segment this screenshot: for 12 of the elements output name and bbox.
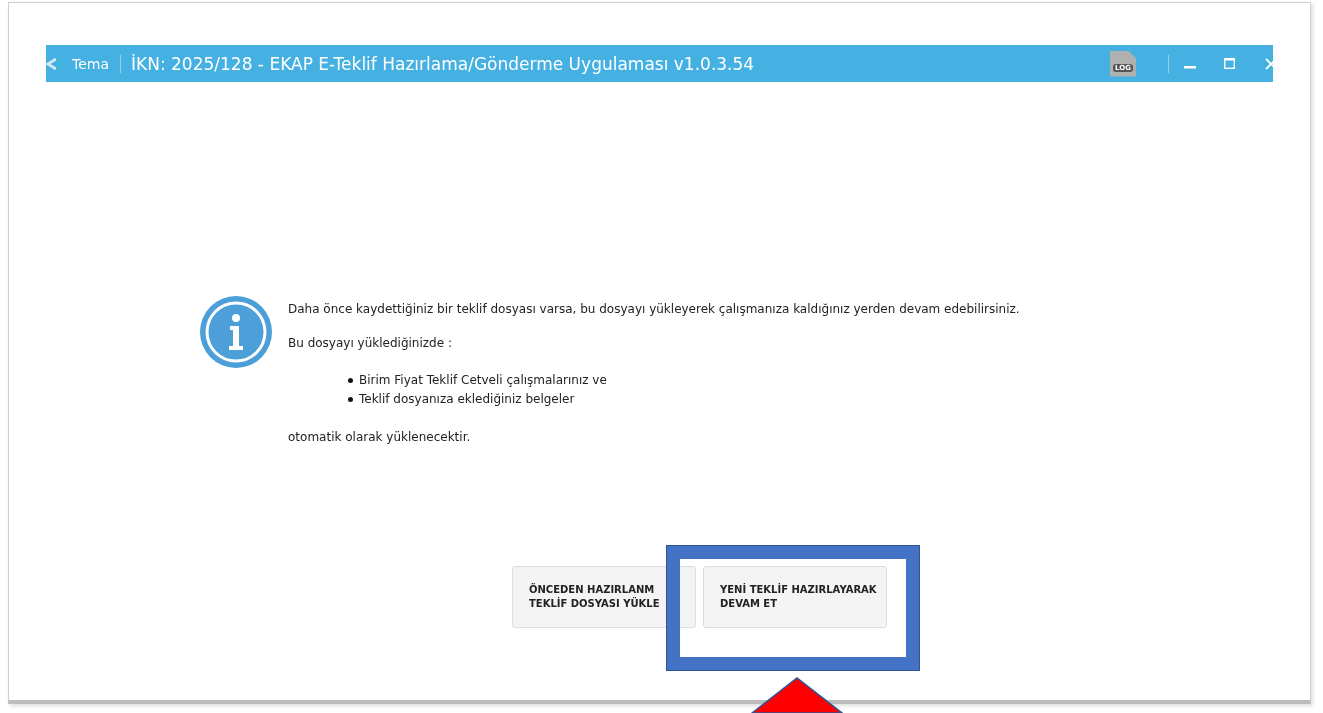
action-button[interactable]: YENİ TEKLİF HAZIRLAYARAK DEVAM ET: [703, 566, 887, 628]
bullet-item: Birim Fiyat Teklif Cetveli çalışmalarınız ve: [348, 371, 1020, 390]
info-text: Daha önce kaydettiğiniz bir teklif dosyası varsa, bu dosyayı yükleyerek çalışmanıza kaldığınız yerden devam edebilirsiniz.: [288, 302, 1020, 316]
info-icon: [200, 296, 272, 368]
maximize-icon[interactable]: [1224, 58, 1235, 69]
window-title: İKN: 2025/128 - EKAP E-Teklif Hazırlama/Gönderme Uygulaması v1.0.3.54: [131, 53, 755, 74]
close-icon[interactable]: [1265, 57, 1273, 70]
action-button[interactable]: ÖNCEDEN HAZIRLANM TEKLİF DOSYASI YÜKLE: [512, 566, 696, 628]
info-text: Bu dosyayı yüklediğinizde :: [288, 336, 453, 350]
info-text: otomatik olarak yüklenecektir.: [288, 430, 472, 444]
bullet-item: Teklif dosyanıza eklediğiniz belgeler: [348, 390, 1020, 409]
back-icon[interactable]: [46, 56, 56, 71]
